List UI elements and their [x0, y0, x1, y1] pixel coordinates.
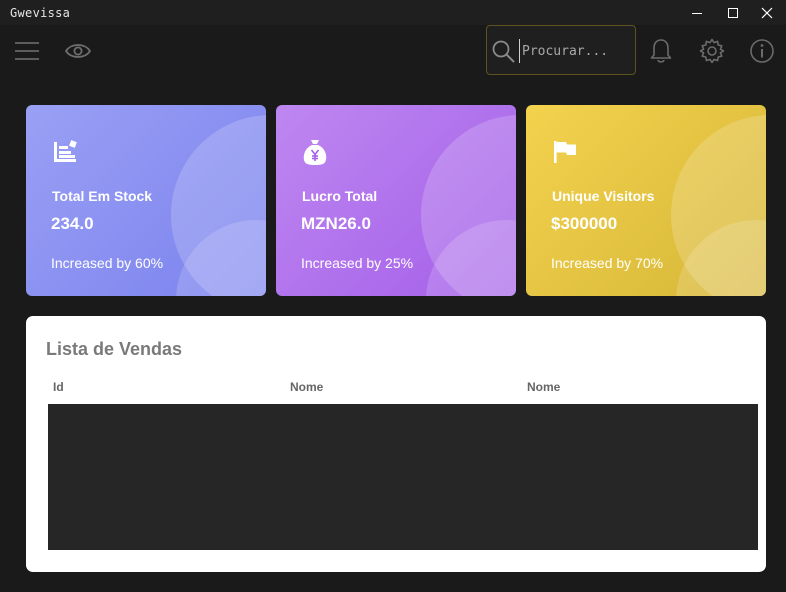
- card-label: Unique Visitors: [552, 188, 655, 204]
- minimize-icon: [692, 12, 702, 14]
- flag-icon: [551, 138, 579, 166]
- close-button[interactable]: [750, 0, 784, 25]
- column-header-nome-2[interactable]: Nome: [527, 380, 560, 394]
- card-label: Lucro Total: [302, 188, 378, 204]
- bell-icon[interactable]: [648, 37, 674, 65]
- gear-icon[interactable]: [698, 37, 726, 65]
- maximize-icon: [728, 7, 738, 18]
- inventory-icon: [51, 138, 79, 166]
- sales-table-body[interactable]: [48, 404, 758, 550]
- column-header-nome[interactable]: Nome: [290, 380, 323, 394]
- visitors-card: Unique Visitors $300000 Increased by 70%: [526, 105, 766, 296]
- card-value: 234.0: [51, 214, 94, 233]
- window-titlebar: Gwevissa: [0, 0, 786, 25]
- eye-icon[interactable]: [63, 40, 93, 62]
- stock-card: Total Em Stock 234.0 Increased by 60%: [26, 105, 266, 296]
- card-footer: Increased by 70%: [551, 255, 664, 271]
- sales-list-panel: Lista de Vendas Id Nome Nome: [26, 316, 766, 572]
- card-value: $300000: [551, 214, 618, 233]
- top-toolbar: [0, 25, 786, 77]
- minimize-button[interactable]: [680, 0, 714, 25]
- panel-title: Lista de Vendas: [46, 339, 183, 359]
- card-footer: Increased by 60%: [51, 255, 164, 271]
- maximize-button[interactable]: [716, 0, 750, 25]
- close-icon: [761, 7, 773, 18]
- info-icon[interactable]: [748, 37, 776, 65]
- money-bag-yen-icon: [301, 138, 329, 166]
- window-title: Gwevissa: [10, 5, 71, 20]
- search-input[interactable]: [519, 39, 631, 63]
- search-box[interactable]: [486, 25, 636, 75]
- card-label: Total Em Stock: [52, 188, 153, 204]
- profit-card: Lucro Total MZN26.0 Increased by 25%: [276, 105, 516, 296]
- hamburger-menu-icon[interactable]: [12, 39, 42, 63]
- card-value: MZN26.0: [301, 214, 371, 233]
- search-icon: [491, 39, 517, 65]
- card-footer: Increased by 25%: [301, 255, 414, 271]
- column-header-id[interactable]: Id: [53, 380, 64, 394]
